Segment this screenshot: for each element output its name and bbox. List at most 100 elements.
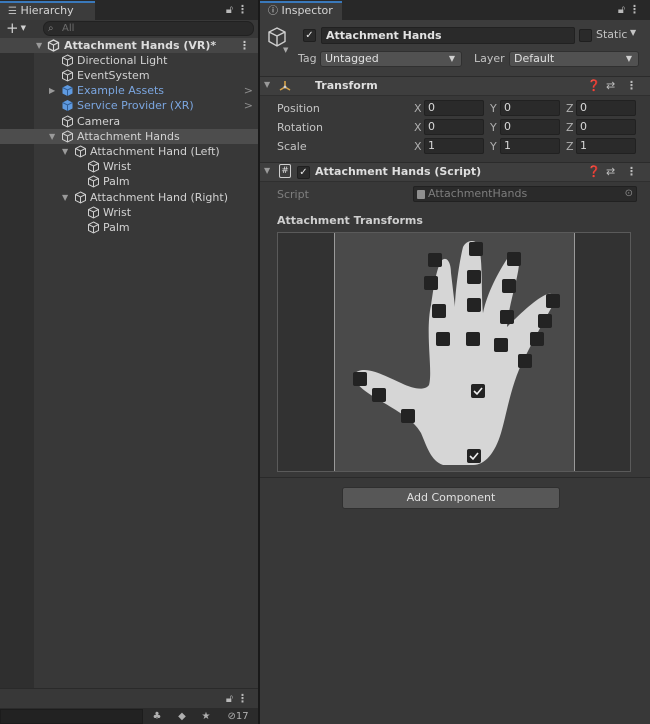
- expand-arrow-right-icon[interactable]: ▶: [49, 83, 55, 98]
- hierarchy-item-service-provider[interactable]: Service Provider (XR) >: [0, 98, 258, 113]
- scene-root-row[interactable]: ▼ Attachment Hands (VR)* ⋮: [0, 38, 258, 53]
- script-component-header[interactable]: ▼ # ✓ Attachment Hands (Script) ❓ ⇄ ⋮: [260, 162, 650, 182]
- expand-arrow-icon[interactable]: ▼: [62, 144, 68, 159]
- expand-arrow-icon[interactable]: ▼: [62, 190, 68, 205]
- attachment-point-toggle[interactable]: [502, 279, 516, 293]
- chevron-right-icon[interactable]: >: [244, 98, 253, 113]
- component-enabled-checkbox[interactable]: ✓: [297, 166, 310, 179]
- preset-sliders-icon[interactable]: ⇄: [606, 79, 615, 92]
- expand-arrow-icon[interactable]: ▼: [49, 129, 55, 144]
- attachment-point-toggle[interactable]: [507, 252, 521, 266]
- transform-header[interactable]: ▼ Transform ❓ ⇄ ⋮: [260, 76, 650, 96]
- attachment-point-toggle[interactable]: [401, 409, 415, 423]
- scene-kebab-icon[interactable]: ⋮: [239, 38, 250, 53]
- hierarchy-item-wrist-left[interactable]: Wrist: [0, 159, 258, 174]
- rotation-z-value: 0: [580, 120, 587, 133]
- attachment-point-toggle[interactable]: [467, 270, 481, 284]
- help-icon[interactable]: ❓: [587, 79, 601, 92]
- attachment-point-toggle[interactable]: [432, 304, 446, 318]
- add-component-button[interactable]: Add Component: [342, 487, 560, 509]
- tag-dropdown[interactable]: Untagged ▼: [320, 51, 462, 67]
- hierarchy-search-input[interactable]: ⌕ All: [43, 21, 254, 36]
- static-dropdown-icon[interactable]: ▼: [630, 28, 636, 37]
- create-button[interactable]: + ▼: [6, 20, 26, 39]
- hierarchy-item-camera[interactable]: Camera: [0, 114, 258, 129]
- chevron-right-icon[interactable]: >: [244, 83, 253, 98]
- attachment-point-toggle-checked[interactable]: [467, 449, 481, 463]
- hierarchy-tabbar: ☰ Hierarchy 🔓︎⋮: [0, 0, 258, 20]
- layer-label: Layer: [474, 52, 505, 65]
- axis-y-label: Y: [490, 140, 497, 153]
- lock-icon[interactable]: 🔓︎: [618, 3, 629, 16]
- object-picker-icon[interactable]: ⊙: [625, 187, 633, 201]
- layer-dropdown[interactable]: Default ▼: [509, 51, 639, 67]
- hierarchy-item-label: Attachment Hand (Right): [90, 191, 228, 204]
- scale-y-field[interactable]: 1: [500, 138, 560, 154]
- script-object-field: AttachmentHands ⊙: [413, 186, 637, 202]
- hidden-objects-toggle[interactable]: ⊘17: [220, 709, 256, 724]
- hierarchy-item-directional-light[interactable]: Directional Light: [0, 53, 258, 68]
- attachment-point-toggle[interactable]: [469, 242, 483, 256]
- component-kebab-icon[interactable]: ⋮: [626, 165, 637, 178]
- lock-icon[interactable]: 🔓︎: [226, 3, 237, 16]
- preset-sliders-icon[interactable]: ⇄: [606, 165, 615, 178]
- tab-hierarchy[interactable]: ☰ Hierarchy: [0, 1, 95, 20]
- component-kebab-icon[interactable]: ⋮: [626, 79, 637, 92]
- gameobject-cube-icon: [61, 130, 74, 143]
- attachment-point-toggle[interactable]: [518, 354, 532, 368]
- hierarchy-item-attachment-hands[interactable]: ▼ Attachment Hands: [0, 129, 258, 144]
- lock-icon[interactable]: 🔓︎: [226, 692, 237, 705]
- attachment-point-toggle[interactable]: [353, 372, 367, 386]
- attachment-point-toggle[interactable]: [428, 253, 442, 267]
- hierarchy-item-attachment-hand-left[interactable]: ▼ Attachment Hand (Left): [0, 144, 258, 159]
- hierarchy-item-label: Wrist: [103, 206, 132, 219]
- gameobject-icon[interactable]: [266, 26, 288, 48]
- attachment-point-toggle[interactable]: [538, 314, 552, 328]
- position-y-field[interactable]: 0: [500, 100, 560, 116]
- hierarchy-item-palm-left[interactable]: Palm: [0, 174, 258, 189]
- hierarchy-item-label: Wrist: [103, 160, 132, 173]
- attachment-point-toggle-checked[interactable]: [471, 384, 485, 398]
- attachment-point-toggle[interactable]: [467, 298, 481, 312]
- kebab-menu-icon[interactable]: ⋮: [629, 3, 644, 16]
- attachment-point-toggle[interactable]: [372, 388, 386, 402]
- foldout-arrow-icon[interactable]: ▼: [264, 80, 270, 89]
- attachment-point-toggle[interactable]: [500, 310, 514, 324]
- scale-label: Scale: [277, 140, 307, 153]
- active-checkbox[interactable]: ✓: [303, 29, 316, 42]
- rotation-y-field[interactable]: 0: [500, 119, 560, 135]
- hierarchy-item-eventsystem[interactable]: EventSystem: [0, 68, 258, 83]
- attachment-point-toggle[interactable]: [436, 332, 450, 346]
- scale-y-value: 1: [504, 139, 511, 152]
- tag-icon[interactable]: ◆: [172, 709, 192, 724]
- attachment-point-toggle[interactable]: [546, 294, 560, 308]
- position-z-field[interactable]: 0: [576, 100, 636, 116]
- kebab-menu-icon[interactable]: ⋮: [237, 692, 252, 705]
- hierarchy-item-palm-right[interactable]: Palm: [0, 220, 258, 235]
- static-checkbox[interactable]: [579, 29, 592, 42]
- tab-inspector[interactable]: ⓘ Inspector: [260, 1, 342, 20]
- expand-arrow-icon[interactable]: ▼: [36, 38, 42, 53]
- favorite-star-icon[interactable]: ★: [196, 709, 216, 724]
- object-name-field[interactable]: Attachment Hands: [321, 27, 575, 44]
- scene-visibility-icon[interactable]: ♣: [147, 709, 167, 724]
- scale-x-field[interactable]: 1: [424, 138, 484, 154]
- hierarchy-footer-field[interactable]: [0, 709, 143, 724]
- rotation-x-field[interactable]: 0: [424, 119, 484, 135]
- kebab-menu-icon[interactable]: ⋮: [237, 3, 252, 16]
- attachment-point-toggle[interactable]: [424, 276, 438, 290]
- rotation-z-field[interactable]: 0: [576, 119, 636, 135]
- attachment-point-toggle[interactable]: [494, 338, 508, 352]
- position-x-field[interactable]: 0: [424, 100, 484, 116]
- hierarchy-item-example-assets[interactable]: ▶ Example Assets >: [0, 83, 258, 98]
- foldout-arrow-icon[interactable]: ▼: [264, 166, 270, 175]
- hierarchy-item-attachment-hand-right[interactable]: ▼ Attachment Hand (Right): [0, 190, 258, 205]
- help-icon[interactable]: ❓: [587, 165, 601, 178]
- axis-y-label: Y: [490, 121, 497, 134]
- scale-z-field[interactable]: 1: [576, 138, 636, 154]
- attachment-point-toggle[interactable]: [466, 332, 480, 346]
- axis-y-label: Y: [490, 102, 497, 115]
- attachment-point-toggle[interactable]: [530, 332, 544, 346]
- hierarchy-item-wrist-right[interactable]: Wrist: [0, 205, 258, 220]
- inspector-tabbar: ⓘ Inspector 🔓︎⋮: [260, 0, 650, 20]
